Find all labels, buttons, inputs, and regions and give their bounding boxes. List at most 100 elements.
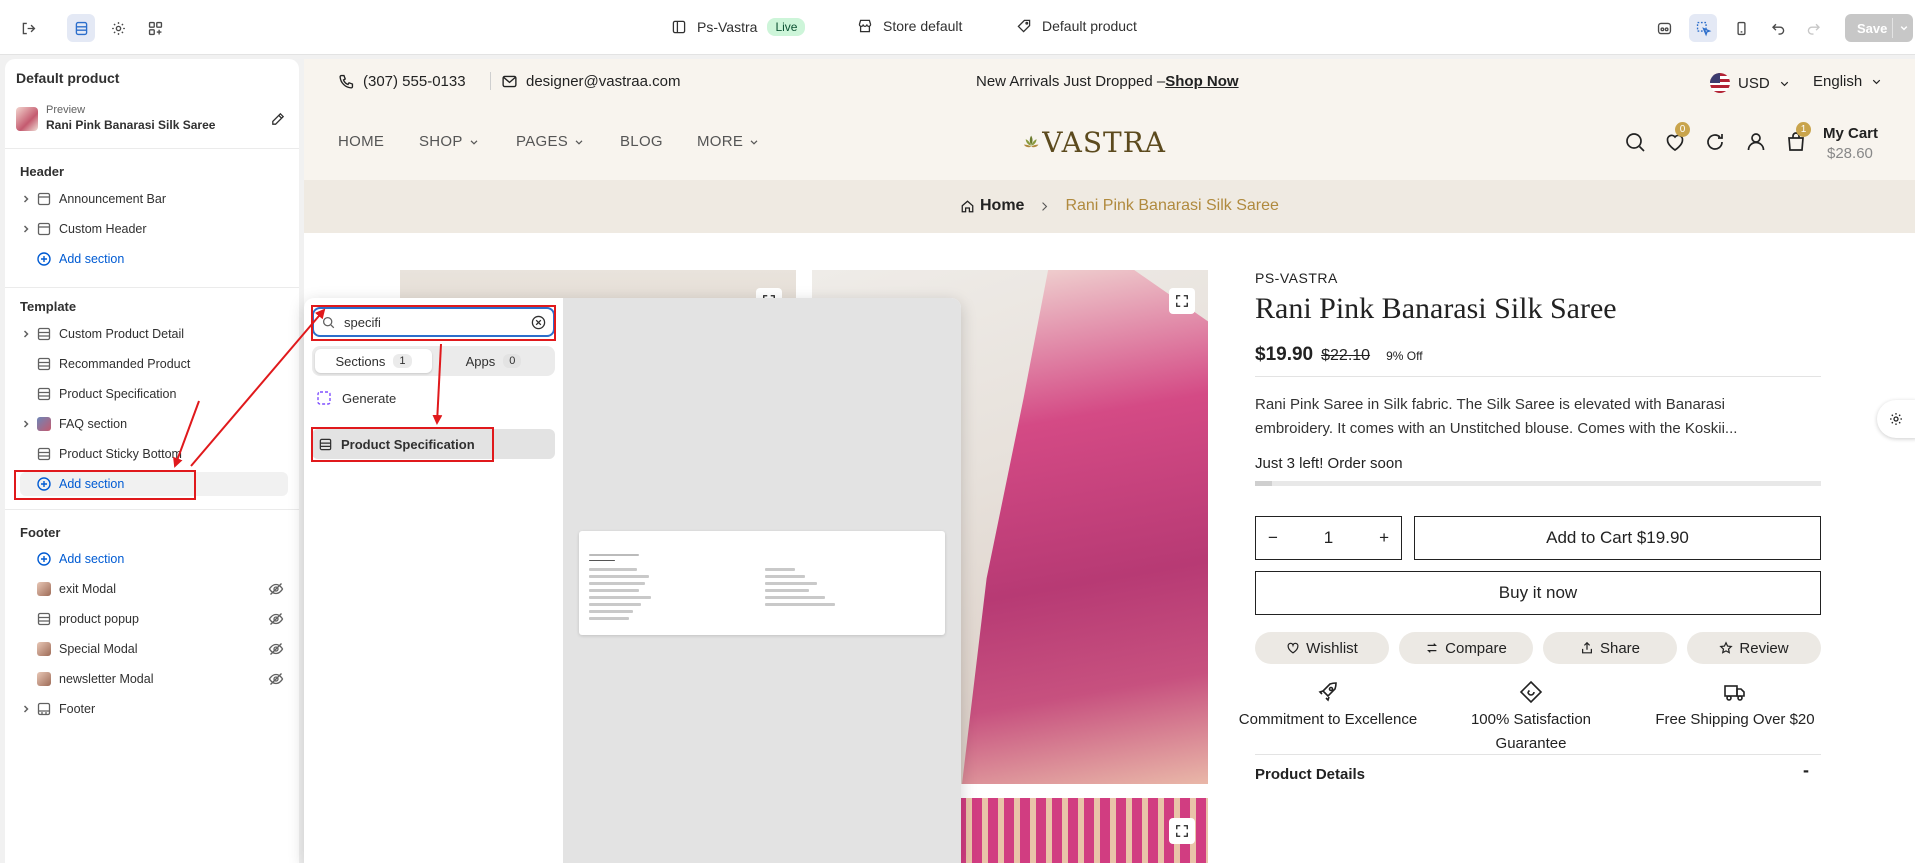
store-selector[interactable]: Ps-Vastra Live bbox=[671, 18, 806, 36]
pencil-edit-icon[interactable] bbox=[270, 111, 286, 127]
quantity-stepper[interactable]: − 1 + bbox=[1255, 516, 1402, 560]
floating-settings-tab[interactable] bbox=[1877, 400, 1915, 438]
section-item-recommanded-product[interactable]: Recommanded Product bbox=[20, 352, 288, 376]
breadcrumb-home[interactable]: Home bbox=[960, 197, 1024, 215]
breadcrumb-current: Rani Pink Banarasi Silk Saree bbox=[1065, 197, 1279, 214]
quantity-value[interactable]: 1 bbox=[1324, 528, 1333, 548]
feature-commitment: Commitment to Excellence bbox=[1238, 680, 1418, 732]
section-item-announcement-bar[interactable]: Announcement Bar bbox=[20, 187, 288, 211]
add-to-cart-button[interactable]: Add to Cart $19.90 bbox=[1414, 516, 1821, 560]
section-item-newsletter-modal[interactable]: newsletter Modal bbox=[20, 667, 288, 691]
chevron-right-icon[interactable] bbox=[20, 193, 32, 205]
collapse-toggle[interactable]: - bbox=[1803, 760, 1809, 781]
settings-gear-icon[interactable] bbox=[104, 14, 132, 42]
nav-home[interactable]: HOME bbox=[338, 133, 384, 150]
section-label: Custom Header bbox=[59, 222, 147, 236]
tab-label: Apps bbox=[465, 353, 496, 369]
minus-icon[interactable]: − bbox=[1268, 528, 1278, 548]
language-selector[interactable]: English bbox=[1813, 73, 1883, 90]
chevron-down-icon[interactable] bbox=[1897, 21, 1911, 35]
select-tool-icon[interactable] bbox=[1689, 14, 1717, 42]
footer-group-title: Footer bbox=[20, 525, 61, 540]
preview-product-name: Rani Pink Banarasi Silk Saree bbox=[46, 118, 216, 132]
theme-selector[interactable]: Store default bbox=[857, 18, 962, 34]
currency-selector[interactable]: USD bbox=[1710, 73, 1791, 93]
eye-hidden-icon[interactable] bbox=[268, 671, 284, 687]
preview-product-selector[interactable]: Preview Rani Pink Banarasi Silk Saree bbox=[16, 103, 291, 137]
template-selector[interactable]: Default product bbox=[1016, 18, 1137, 34]
wishlist-button[interactable]: Wishlist bbox=[1255, 632, 1389, 664]
feature-satisfaction: 100% Satisfaction Guarantee bbox=[1441, 680, 1621, 756]
section-item-custom-product-detail[interactable]: Custom Product Detail bbox=[20, 322, 288, 346]
eye-hidden-icon[interactable] bbox=[268, 611, 284, 627]
template-group-title: Template bbox=[20, 299, 77, 314]
section-item-exit-modal[interactable]: exit Modal bbox=[20, 577, 288, 601]
shop-now-link[interactable]: Shop Now bbox=[1165, 73, 1238, 90]
undo-icon[interactable] bbox=[1764, 14, 1792, 42]
discount-badge: 9% Off bbox=[1386, 349, 1423, 363]
exit-icon[interactable] bbox=[14, 14, 42, 42]
section-item-footer[interactable]: Footer bbox=[20, 697, 288, 721]
chevron-right-icon[interactable] bbox=[20, 418, 32, 430]
section-item-special-modal[interactable]: Special Modal bbox=[20, 637, 288, 661]
tab-sections[interactable]: Sections 1 bbox=[315, 349, 432, 373]
footer-add-section-button[interactable]: Add section bbox=[20, 547, 288, 571]
store-logo[interactable]: VASTRA bbox=[1022, 119, 1166, 165]
tag-icon bbox=[1017, 19, 1031, 33]
plus-icon[interactable]: + bbox=[1379, 528, 1389, 548]
mail-icon bbox=[502, 75, 517, 88]
chevron-right-icon[interactable] bbox=[20, 223, 32, 235]
section-item-product-popup[interactable]: product popup bbox=[20, 607, 288, 631]
nav-pages[interactable]: PAGES bbox=[516, 133, 585, 150]
wishlist-count-badge: 0 bbox=[1675, 122, 1690, 137]
eye-hidden-icon[interactable] bbox=[268, 641, 284, 657]
generate-section-button[interactable]: Generate bbox=[316, 390, 396, 406]
phone-contact[interactable]: (307) 555-0133 bbox=[338, 73, 466, 90]
header-add-section-button[interactable]: Add section bbox=[20, 247, 288, 271]
compare-refresh-icon[interactable] bbox=[1703, 130, 1727, 154]
save-label: Save bbox=[1857, 20, 1888, 36]
section-item-faq-section[interactable]: FAQ section bbox=[20, 412, 288, 436]
section-item-product-specification[interactable]: Product Specification bbox=[20, 382, 288, 406]
section-item-product-sticky-bottom[interactable]: Product Sticky Bottom bbox=[20, 442, 288, 466]
feature-label: Free Shipping Over $20 bbox=[1655, 711, 1815, 728]
modal-thumbnail bbox=[37, 672, 51, 686]
logo-wordmark: VASTRA bbox=[1042, 125, 1166, 159]
expand-icon[interactable] bbox=[1169, 818, 1195, 844]
account-user-icon[interactable] bbox=[1744, 130, 1768, 154]
cart-label[interactable]: My Cart bbox=[1823, 125, 1878, 142]
section-label: newsletter Modal bbox=[59, 672, 154, 686]
nav-more[interactable]: MORE bbox=[697, 133, 760, 150]
plus-circle-icon bbox=[37, 252, 51, 266]
nav-shop[interactable]: SHOP bbox=[419, 133, 480, 150]
phone-icon bbox=[339, 74, 354, 89]
section-label: Recommanded Product bbox=[59, 357, 191, 371]
product-description: Rani Pink Saree in Silk fabric. The Silk… bbox=[1255, 396, 1738, 437]
review-button[interactable]: Review bbox=[1687, 632, 1821, 664]
feature-label: 100% Satisfaction Guarantee bbox=[1470, 711, 1592, 752]
chevron-right-icon[interactable] bbox=[20, 703, 32, 715]
redo-icon[interactable] bbox=[1799, 14, 1827, 42]
nav-blog[interactable]: BLOG bbox=[620, 133, 663, 150]
email-contact[interactable]: designer@vastraa.com bbox=[501, 73, 680, 90]
save-button[interactable]: Save bbox=[1845, 14, 1913, 42]
sections-icon[interactable] bbox=[67, 14, 95, 42]
apps-icon[interactable] bbox=[141, 14, 169, 42]
chevron-right-icon[interactable] bbox=[20, 328, 32, 340]
preview-inspector-icon[interactable] bbox=[1650, 14, 1678, 42]
compare-button[interactable]: Compare bbox=[1399, 632, 1533, 664]
product-thumbnail bbox=[16, 107, 38, 131]
template-title: Default product bbox=[16, 70, 120, 86]
search-icon[interactable] bbox=[1623, 130, 1647, 154]
tab-apps[interactable]: Apps 0 bbox=[435, 349, 552, 373]
buy-now-button[interactable]: Buy it now bbox=[1255, 571, 1821, 615]
divider bbox=[490, 72, 491, 90]
product-details-heading[interactable]: Product Details bbox=[1255, 766, 1365, 783]
mobile-view-icon[interactable] bbox=[1727, 14, 1755, 42]
lotus-logo-icon bbox=[1023, 135, 1039, 148]
theme-name: Store default bbox=[883, 18, 963, 34]
section-item-custom-header[interactable]: Custom Header bbox=[20, 217, 288, 241]
expand-icon[interactable] bbox=[1169, 288, 1195, 314]
eye-hidden-icon[interactable] bbox=[268, 581, 284, 597]
share-button[interactable]: Share bbox=[1543, 632, 1677, 664]
